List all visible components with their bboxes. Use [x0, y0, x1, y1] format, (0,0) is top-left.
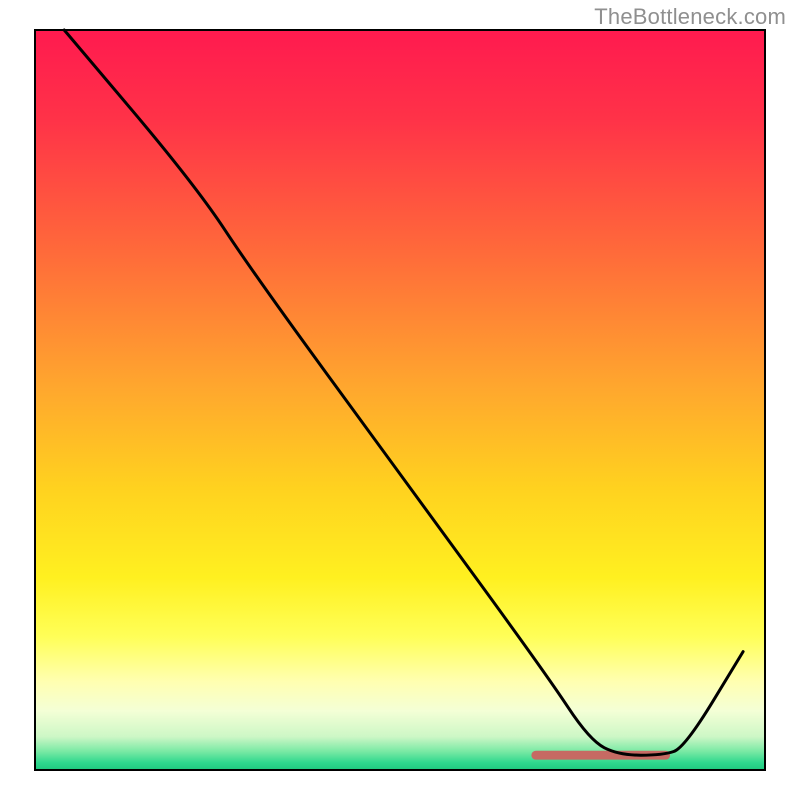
bottleneck-chart	[0, 0, 800, 800]
gradient-background	[35, 30, 765, 770]
plot-area	[35, 30, 765, 770]
